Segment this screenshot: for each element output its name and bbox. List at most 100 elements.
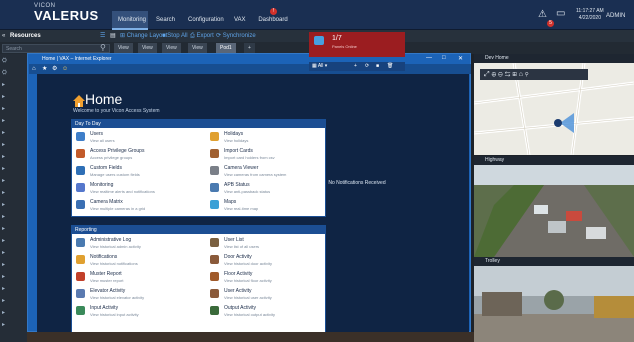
resource-item-icon[interactable]: ▸ — [2, 286, 14, 292]
holidays-link[interactable]: Holidays View holidays — [210, 131, 320, 146]
tab-view-1[interactable]: View — [114, 43, 133, 53]
grid-view-icon[interactable]: ▤ — [110, 30, 116, 42]
tab-view-2[interactable]: View — [138, 43, 157, 53]
resource-item-icon[interactable]: ⛭ — [2, 58, 14, 64]
synchronize-button[interactable]: ⟳ Synchronize — [216, 30, 256, 42]
import-cards-link[interactable]: Import Cards Import card holders from cs… — [210, 148, 320, 163]
highway-pane-title: Highway — [474, 156, 634, 165]
item-desc: View historical door activity — [224, 261, 272, 266]
clock-time: 11:17:27 AM — [576, 8, 604, 14]
item-title: Output Activity — [224, 305, 256, 311]
delete-icon[interactable]: 🗑 — [387, 62, 393, 71]
trolley-camera-view[interactable] — [474, 266, 634, 342]
resource-item-icon[interactable]: ▸ — [2, 322, 14, 328]
item-title: Muster Report — [90, 271, 122, 277]
resource-item-icon[interactable]: ⛭ — [2, 70, 14, 76]
item-desc: View holidays — [224, 138, 249, 143]
home-icon[interactable]: ⌂ — [32, 64, 36, 74]
settings-icon[interactable]: ⚙ — [52, 64, 57, 74]
resource-item-icon[interactable]: ▸ — [2, 202, 14, 208]
tab-configuration[interactable]: Configuration — [182, 11, 226, 30]
maps-link[interactable]: Maps View real-time map — [210, 199, 320, 214]
resource-item-icon[interactable]: ▸ — [2, 190, 14, 196]
user-activity-link[interactable]: User Activity View historical user activ… — [210, 288, 320, 303]
tab-monitoring[interactable]: Monitoring — [112, 11, 148, 30]
muster-report-link[interactable]: Muster Report View muster report — [76, 271, 186, 286]
resource-item-icon[interactable]: ▸ — [2, 214, 14, 220]
resource-item-icon[interactable]: ▸ — [2, 142, 14, 148]
resource-item-icon[interactable]: ▸ — [2, 274, 14, 280]
resource-item-icon[interactable]: ▸ — [2, 106, 14, 112]
smiley-icon[interactable]: ☺ — [62, 64, 68, 74]
resource-item-icon[interactable]: ▸ — [2, 130, 14, 136]
user-list-link[interactable]: User List View list of all users — [210, 237, 320, 252]
camera-viewer-icon — [210, 166, 219, 175]
stop-icon[interactable]: ■ — [376, 62, 379, 71]
collapse-icon[interactable]: « — [2, 30, 5, 42]
resource-item-icon[interactable]: ▸ — [2, 310, 14, 316]
camera-matrix-link[interactable]: Camera Matrix View multiple cameras in a… — [76, 199, 186, 214]
highway-camera-view[interactable] — [474, 165, 634, 257]
custom-fields-link[interactable]: Custom Fields Manage users custom fields — [76, 165, 186, 180]
resource-item-icon[interactable]: ▸ — [2, 82, 14, 88]
add-notification-icon[interactable]: + — [354, 62, 357, 71]
favorites-icon[interactable]: ★ — [42, 64, 47, 74]
resource-item-icon[interactable]: ▸ — [2, 226, 14, 232]
resource-item-icon[interactable]: ▸ — [2, 298, 14, 304]
camera-viewer-link[interactable]: Camera Viewer View cameras from camera s… — [210, 165, 320, 180]
input-activity-link[interactable]: Input Activity View historical input act… — [76, 305, 186, 320]
apb-status-icon — [210, 183, 219, 192]
close-icon[interactable]: ✕ — [458, 55, 463, 62]
minimize-icon[interactable]: — — [426, 55, 432, 61]
notifications-toolbar: ▦ All ▾ + ⟳ ■ 🗑 — [309, 62, 405, 71]
user-menu[interactable]: ADMIN — [606, 13, 625, 19]
floor-activity-link[interactable]: Floor Activity View historical floor act… — [210, 271, 320, 286]
search-input[interactable]: Search — [2, 44, 110, 53]
output-activity-link[interactable]: Output Activity View historical output a… — [210, 305, 320, 320]
resource-item-icon[interactable]: ▸ — [2, 118, 14, 124]
map-pane-title: Dev Home — [474, 54, 634, 63]
resource-item-icon[interactable]: ▸ — [2, 238, 14, 244]
tab-view-4[interactable]: View — [188, 43, 207, 53]
apb-status-link[interactable]: APB Status View anti-passback status — [210, 182, 320, 197]
tab-search[interactable]: Search — [150, 11, 180, 30]
resource-item-icon[interactable]: ▸ — [2, 94, 14, 100]
messages-icon[interactable]: ▭ — [556, 8, 565, 19]
item-title: User Activity — [224, 288, 252, 294]
item-desc: View historical admin activity — [90, 244, 141, 249]
panels-online-tile[interactable]: 1/7 Panels Online — [309, 32, 405, 57]
refresh-icon[interactable]: ⟳ — [365, 62, 369, 71]
tab-pod1[interactable]: Pod1 — [216, 43, 236, 53]
notifications-link[interactable]: Notifications View historical notificati… — [76, 254, 186, 269]
door-activity-link[interactable]: Door Activity View historical door activ… — [210, 254, 320, 269]
users-link[interactable]: Users View all users — [76, 131, 186, 146]
tab-view-3[interactable]: View — [162, 43, 181, 53]
resource-item-icon[interactable]: ▸ — [2, 178, 14, 184]
user-activity-icon — [210, 289, 219, 298]
item-desc: Manage users custom fields — [90, 172, 140, 177]
page-subtitle: Welcome to your Vicon Access System — [73, 108, 160, 114]
map-tools-icons[interactable]: ⤢⊕⊖⇆⊞⌂⚲ — [484, 71, 530, 78]
resource-item-icon[interactable]: ▸ — [2, 262, 14, 268]
add-tab-button[interactable]: + — [244, 43, 255, 53]
day-to-day-header: Day To Day — [72, 120, 325, 128]
item-desc: View multiple cameras in a grid — [90, 206, 146, 211]
monitoring-link[interactable]: Monitoring View realtime alerts and noti… — [76, 182, 186, 197]
resource-item-icon[interactable]: ▸ — [2, 154, 14, 160]
item-title: Administrative Log — [90, 237, 132, 243]
tab-vax[interactable]: VAX — [228, 11, 248, 30]
export-button[interactable]: ⎙ Export — [190, 30, 214, 42]
elevator-activity-link[interactable]: Elevator Activity View historical elevat… — [76, 288, 186, 303]
map-toolbar: ⤢⊕⊖⇆⊞⌂⚲ — [480, 69, 588, 80]
resource-item-icon[interactable]: ▸ — [2, 166, 14, 172]
notification-filter-select[interactable]: ▦ All ▾ — [312, 62, 327, 71]
notifications-icon[interactable]: ⚠ — [538, 9, 547, 20]
ie-window-title: Home | VAX – Internet Explorer — [42, 56, 112, 62]
stop-all-button[interactable]: ■ Stop All — [162, 30, 188, 42]
resource-item-icon[interactable]: ▸ — [2, 250, 14, 256]
list-view-icon[interactable]: ☰ — [100, 30, 105, 42]
access-privilege-groups-link[interactable]: Access Privilege Groups Access privilege… — [76, 148, 186, 163]
maximize-icon[interactable]: □ — [442, 55, 446, 61]
administrative-log-link[interactable]: Administrative Log View historical admin… — [76, 237, 186, 252]
change-layout-button[interactable]: ⊞ Change Layout — [120, 30, 167, 42]
